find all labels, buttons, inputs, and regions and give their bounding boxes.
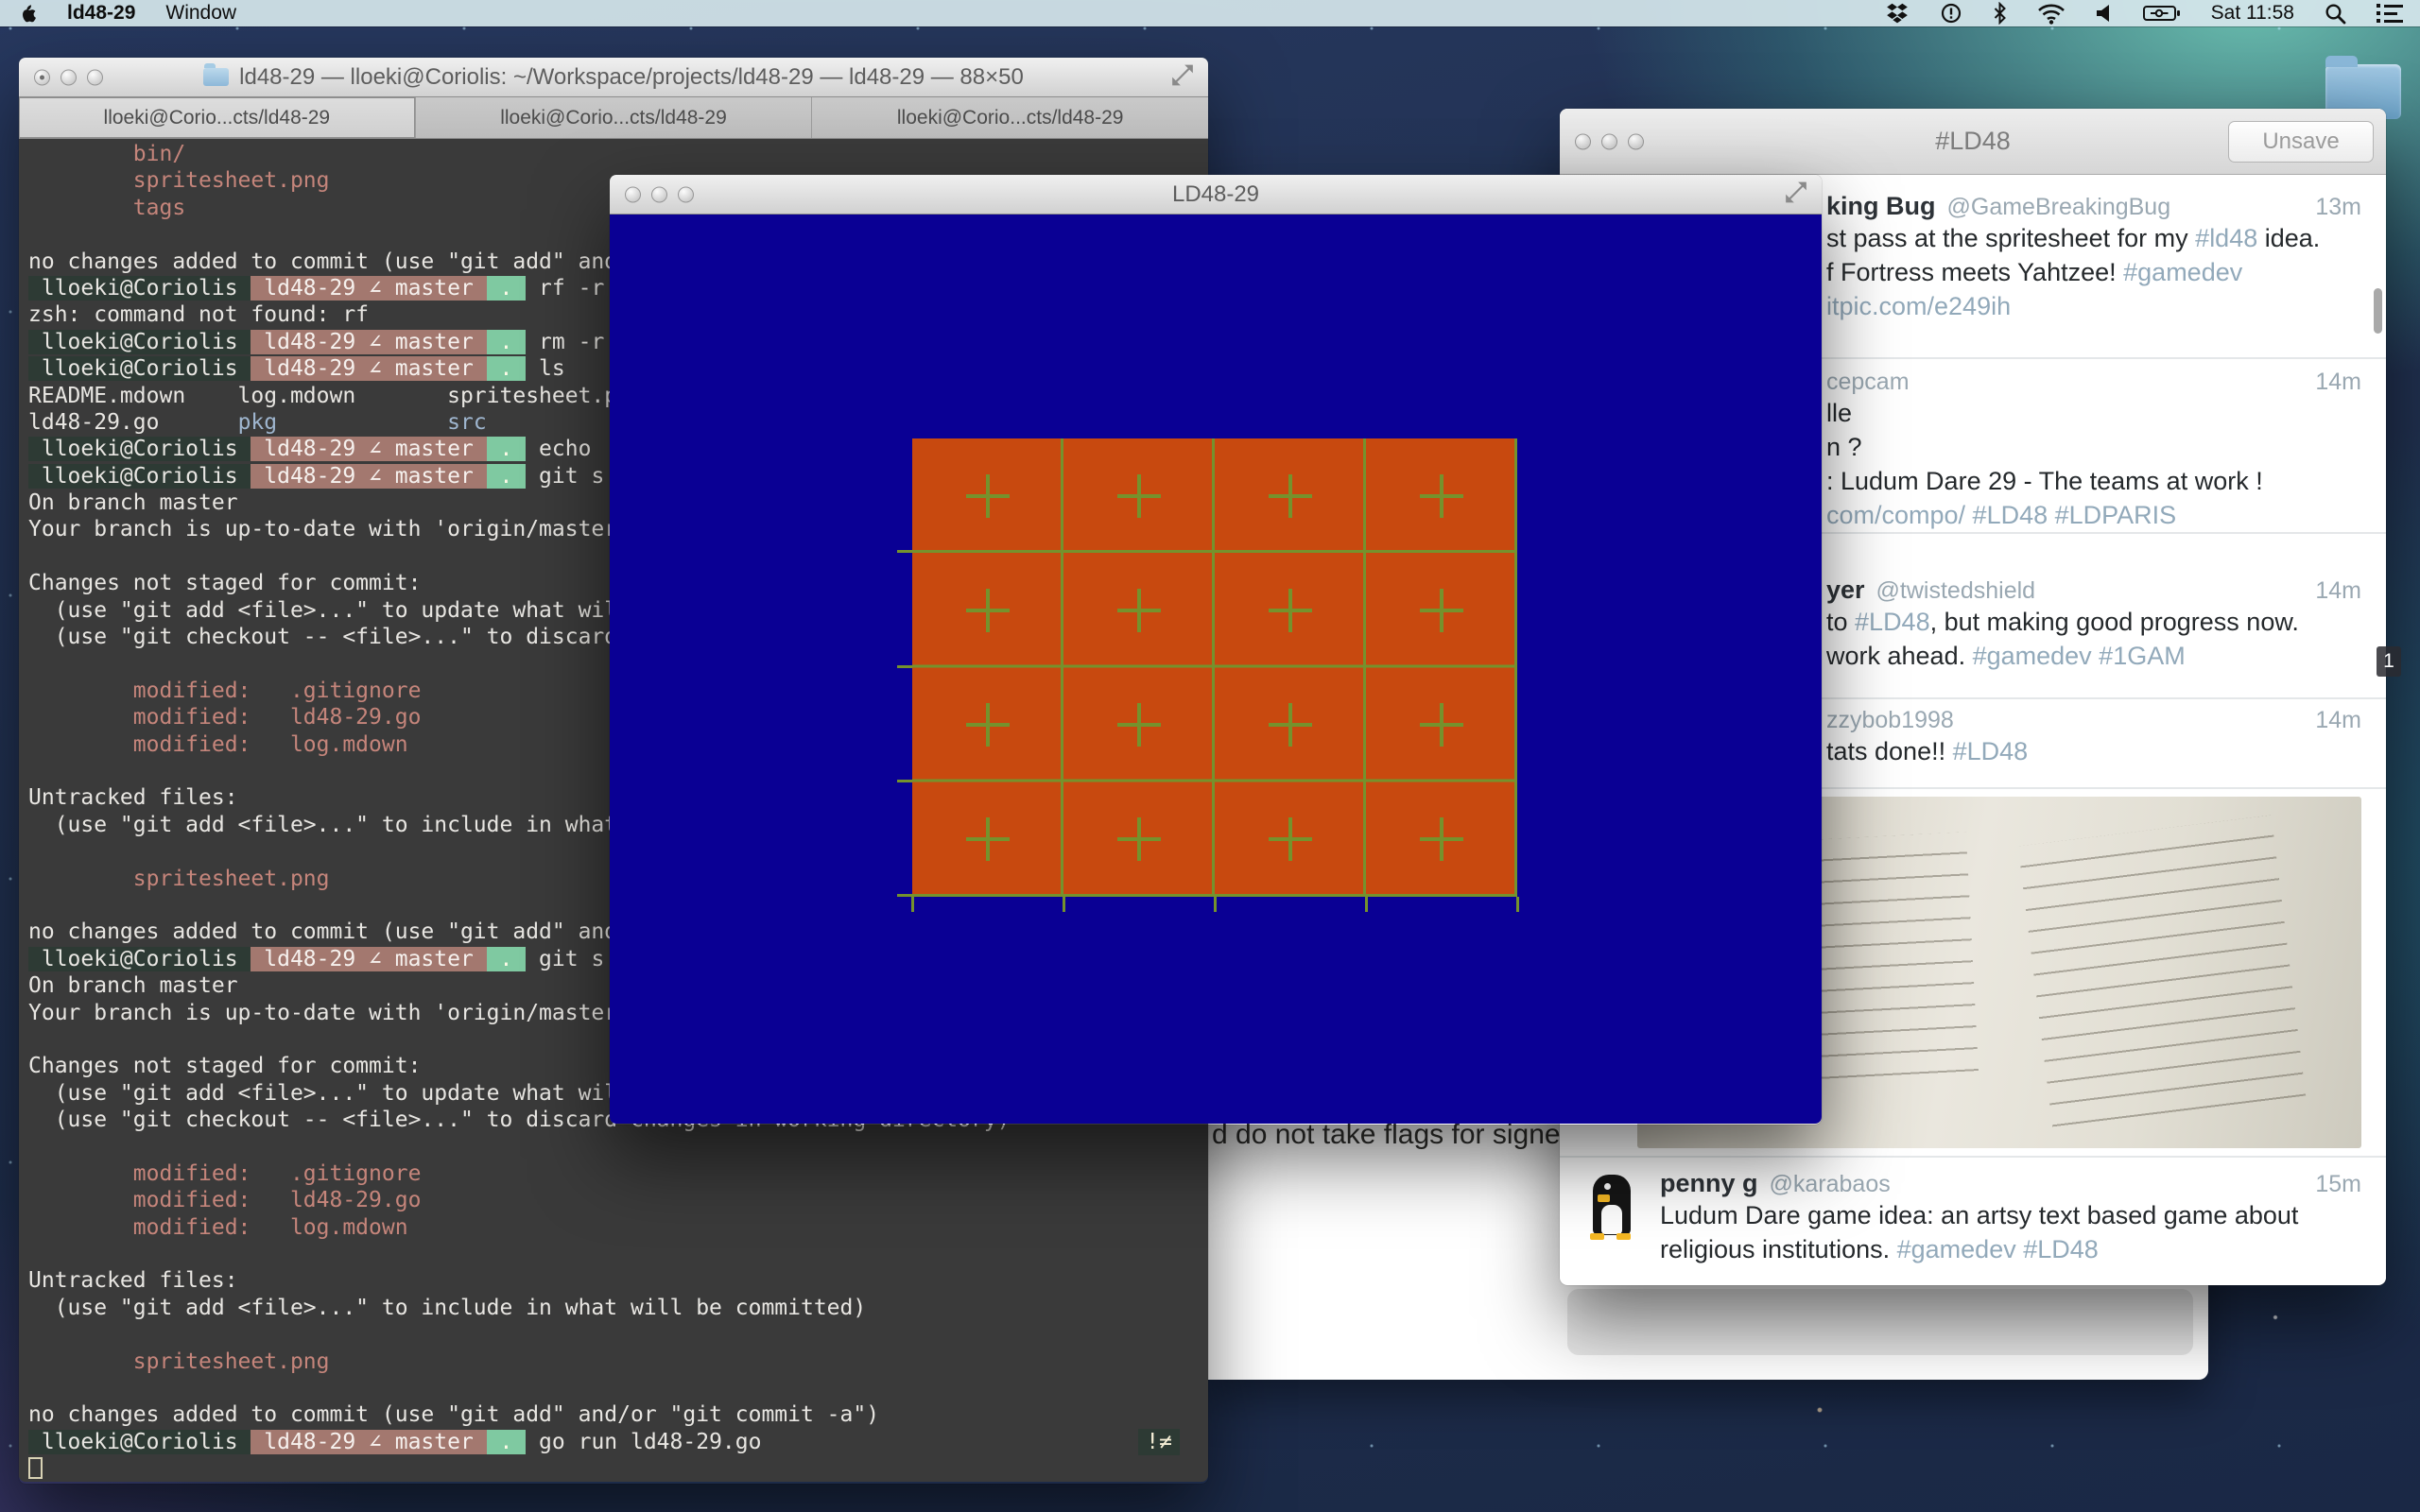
terminal-cursor xyxy=(28,1457,43,1479)
volume-icon[interactable] xyxy=(2096,4,2113,23)
fullscreen-icon[interactable] xyxy=(1170,62,1195,92)
twitter-window-title: #LD48 xyxy=(1935,127,2011,156)
tweet-author-name: yer xyxy=(1826,576,1865,605)
tweet-timestamp: 14m xyxy=(2315,707,2361,734)
zoom-button[interactable] xyxy=(678,186,694,202)
tweet-text-line: itpic.com/e249ih xyxy=(1826,289,2361,323)
time-machine-icon[interactable] xyxy=(1940,2,1962,25)
zoom-button[interactable] xyxy=(1628,133,1644,149)
active-app-menu[interactable]: ld48-29 xyxy=(67,2,135,25)
terminal-window-title: ld48-29 — lloeki@Coriolis: ~/Workspace/p… xyxy=(239,64,1024,91)
tweet-text-line: f Fortress meets Yahtzee! #gamedev xyxy=(1826,255,2361,289)
menu-bar: ld48-29 Window Sat 11:58 xyxy=(0,0,2420,26)
wifi-icon[interactable] xyxy=(2037,3,2066,25)
terminal-tab[interactable]: lloeki@Corio...cts/ld48-29 xyxy=(416,97,813,138)
minimize-button[interactable] xyxy=(60,69,77,85)
tweet-author-handle: @karabaos xyxy=(1770,1171,1891,1198)
tweet-author-handle: @GameBreakingBug xyxy=(1947,194,2171,221)
game-window: LD48-29 xyxy=(610,175,1822,1125)
twitter-window-controls xyxy=(1575,133,1644,149)
tweet-text-line: lle xyxy=(1826,396,2361,430)
tweet-text-line: n ? xyxy=(1826,430,2361,464)
apple-menu-icon[interactable] xyxy=(19,3,37,25)
game-canvas xyxy=(610,215,1822,1124)
tweet-text-line: religious institutions. #gamedev #LD48 xyxy=(1660,1232,2361,1266)
terminal-tab-bar: lloeki@Corio...cts/ld48-29lloeki@Corio..… xyxy=(19,97,1208,139)
prompt-status-badge: !≠ xyxy=(1138,1429,1180,1455)
close-button[interactable] xyxy=(1575,133,1591,149)
minimize-button[interactable] xyxy=(651,186,667,202)
tweet-author-handle: cepcam xyxy=(1826,369,1910,396)
minimize-button[interactable] xyxy=(1601,133,1617,149)
spotlight-icon[interactable] xyxy=(2325,3,2346,25)
tweet-timestamp: 14m xyxy=(2315,369,2361,396)
fullscreen-icon[interactable] xyxy=(1784,180,1808,209)
tweet[interactable]: penny g @karabaos 15mLudum Dare game idea:… xyxy=(1560,1158,2386,1284)
close-button[interactable] xyxy=(625,186,641,202)
tweet-avatar-penguin-icon xyxy=(1577,1171,1647,1241)
game-window-controls xyxy=(625,186,694,202)
twitter-titlebar: #LD48 Unsave xyxy=(1560,109,2386,175)
tweet-text-line: : Ludum Dare 29 - The teams at work ! xyxy=(1826,464,2361,498)
tweet-author-name: penny g xyxy=(1660,1169,1758,1198)
webpage-gray-box xyxy=(1567,1289,2193,1355)
desktop: d do not take flags for signe #LD48 Unsa… xyxy=(0,0,2420,1512)
tweet-text-line: com/compo/ #LD48 #LDPARIS xyxy=(1826,498,2361,532)
tweet-text-line: st pass at the spritesheet for my #ld48 … xyxy=(1826,221,2361,255)
tweet-author-handle: zzybob1998 xyxy=(1826,707,1954,734)
tweet-text-line: work ahead. #gamedev #1GAM xyxy=(1826,639,2361,673)
terminal-window-controls xyxy=(34,69,103,85)
unsave-button[interactable]: Unsave xyxy=(2228,121,2374,163)
zoom-button[interactable] xyxy=(87,69,103,85)
terminal-tab[interactable]: lloeki@Corio...cts/ld48-29 xyxy=(19,97,416,138)
tweet-text-line: Ludum Dare game idea: an artsy text base… xyxy=(1660,1198,2361,1232)
bluetooth-icon[interactable] xyxy=(1993,2,2007,25)
tweet-author-name: king Bug xyxy=(1826,192,1936,221)
close-button[interactable] xyxy=(34,69,50,85)
tweet-author-handle: @twistedshield xyxy=(1876,577,2036,605)
terminal-tab[interactable]: lloeki@Corio...cts/ld48-29 xyxy=(812,97,1208,138)
menu-bar-clock[interactable]: Sat 11:58 xyxy=(2211,2,2294,25)
proxy-folder-icon xyxy=(203,68,229,86)
notification-center-icon[interactable] xyxy=(2377,4,2403,23)
tweet-timestamp: 15m xyxy=(2315,1171,2361,1198)
tweet-text-line: to #LD48, but making good progress now. xyxy=(1826,605,2361,639)
battery-charging-icon[interactable] xyxy=(2143,3,2181,24)
game-window-title: LD48-29 xyxy=(1172,181,1259,208)
menu-item-window[interactable]: Window xyxy=(165,2,236,25)
scrollbar-thumb[interactable] xyxy=(2374,288,2382,334)
game-titlebar: LD48-29 xyxy=(610,175,1822,215)
dropbox-icon[interactable] xyxy=(1885,2,1910,25)
tweet-timestamp: 14m xyxy=(2315,577,2361,605)
tweet-text-line: tats done!! #LD48 xyxy=(1826,734,2361,768)
spritesheet-grid xyxy=(912,438,1517,897)
tweet-timestamp: 13m xyxy=(2315,194,2361,221)
notification-badge: 1 xyxy=(2377,646,2401,677)
terminal-titlebar: ld48-29 — lloeki@Coriolis: ~/Workspace/p… xyxy=(19,58,1208,97)
